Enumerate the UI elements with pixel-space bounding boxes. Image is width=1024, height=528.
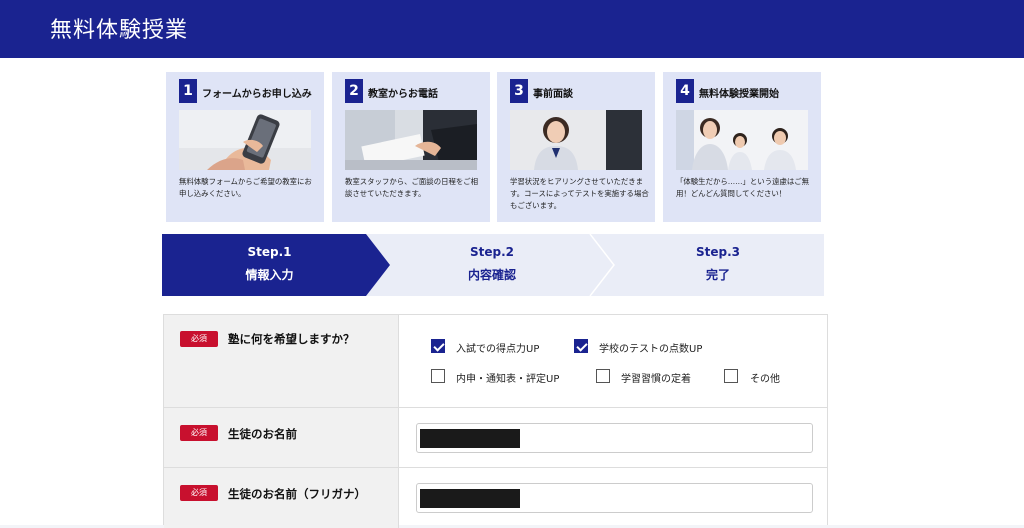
step-2: Step.2 内容確認 [387,234,597,296]
flow-card-description: 無料体験フォームからご希望の教室にお申し込みください。 [179,177,312,198]
classroom-students-photo [676,110,808,170]
checkbox-study-habit[interactable] [596,369,610,383]
flow-card-description: 教室スタッフから、ご面談の日程をご相談させていただきます。 [345,177,479,198]
flow-card-description: 学習状況をヒアリングさせていただきます。コースによってテストを実施する場合もござ… [510,177,649,210]
flow-card-4: 4 無料体験授業開始 「体験生だから……」という遠慮はご無用！どんどん質問してく… [663,72,821,222]
checkbox-exam-score[interactable] [431,339,445,353]
required-badge: 必須 [180,331,218,347]
flow-card-number: 4 [676,79,694,103]
form-label-cell: 必須 塾に何を希望しますか？ [164,315,399,407]
flow-card-number: 1 [179,79,197,103]
form-row-name: 必須 生徒のお名前 [164,408,827,468]
form-label-cell: 必須 生徒のお名前 [164,408,399,467]
step-number: Step.1 [247,245,292,259]
step-1: Step.1 情報入力 [162,234,377,296]
flow-card-title: フォームからお申し込み [202,89,312,100]
page-title: 無料体験授業 [50,18,189,43]
flow-card-title: 教室からお電話 [368,89,438,100]
step-number: Step.3 [695,245,740,259]
checkbox-label: 学校のテストの点数UP [599,344,703,355]
step-label: 完了 [705,268,730,282]
main-content: 1 フォームからお申し込み 無料体験フォームからご希望の教室にお申し込みください… [0,58,1024,528]
step-label: 内容確認 [467,268,516,282]
flow-card-title: 事前面談 [533,89,573,100]
flow-card-title: 無料体験授業開始 [699,89,779,100]
student-kana-label: 生徒のお名前（フリガナ） [228,487,366,501]
office-phone-photo [345,110,477,170]
redacted-value [420,489,520,508]
redacted-value [420,429,520,448]
step-progress: Step.1 情報入力 Step.2 内容確認 Step.3 完了 [162,234,824,296]
flow-card-number: 3 [510,79,528,103]
phone-hand-photo [179,110,311,170]
checkbox-report-card[interactable] [431,369,445,383]
checkbox-school-test[interactable] [574,339,588,353]
student-name-label: 生徒のお名前 [228,427,297,441]
page-header: 無料体験授業 [0,0,1024,58]
flow-card-2: 2 教室からお電話 教室スタッフから、ご面談の日程をご相談させていただきます。 [332,72,490,222]
step-number: Step.2 [469,245,514,259]
checkbox-label: 内申・通知表・評定UP [456,374,560,385]
interview-student-photo [510,110,642,170]
hope-question-label: 塾に何を希望しますか？ [228,332,355,346]
required-badge: 必須 [180,425,218,441]
checkbox-label: 学習習慣の定着 [621,374,691,385]
student-kana-input[interactable] [416,483,813,513]
trial-form: 必須 塾に何を希望しますか？ 入試での得点力UP 学校のテストの点数UP 内申・… [163,314,828,528]
flow-card-1: 1 フォームからお申し込み 無料体験フォームからご希望の教室にお申し込みください… [166,72,324,222]
form-row-hope: 必須 塾に何を希望しますか？ 入試での得点力UP 学校のテストの点数UP 内申・… [164,315,827,408]
checkbox-label: 入試での得点力UP [456,344,540,355]
flow-card-number: 2 [345,79,363,103]
form-row-kana: 必須 生徒のお名前（フリガナ） [164,468,827,528]
flow-card-3: 3 事前面談 学習状況をヒアリングさせていただきます。コースによってテストを実施… [497,72,655,222]
step-3: Step.3 完了 [612,234,824,296]
flow-card-description: 「体験生だから……」という遠慮はご無用！どんどん質問してください！ [676,177,810,198]
required-badge: 必須 [180,485,218,501]
form-label-cell: 必須 生徒のお名前（フリガナ） [164,468,399,528]
checkbox-other[interactable] [724,369,738,383]
student-name-input[interactable] [416,423,813,453]
checkbox-label: その他 [750,374,780,385]
step-label: 情報入力 [245,268,294,282]
